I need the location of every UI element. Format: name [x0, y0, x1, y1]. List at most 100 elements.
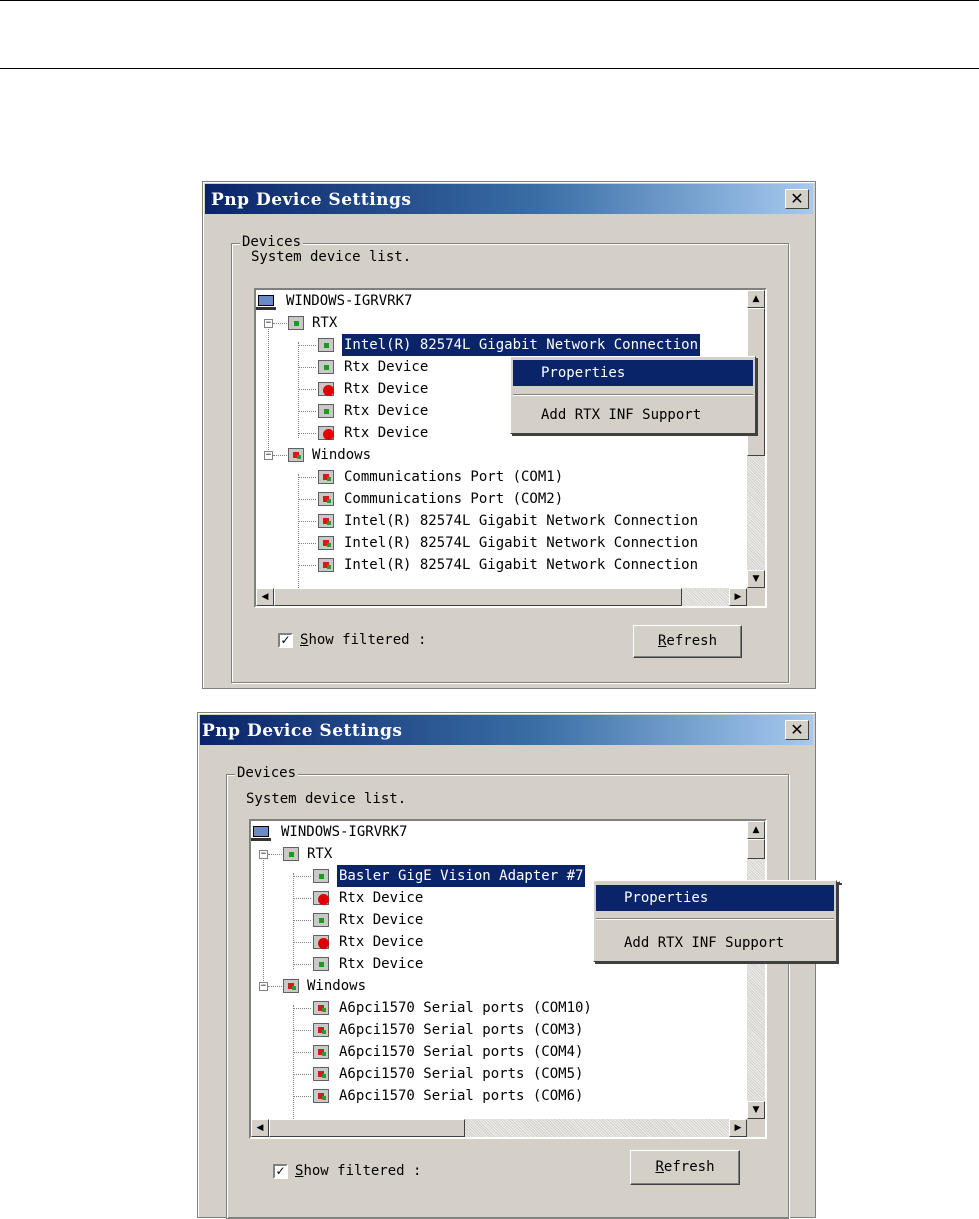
menu-separator [513, 394, 753, 396]
vertical-scroll-thumb[interactable] [747, 839, 765, 859]
device-tree[interactable]: WINDOWS-IGRVRK7 − RTX Basler GigE Vision… [249, 819, 767, 1139]
pnp-dialog-1: Pnp Device Settings ✕ Devices System dev… [202, 181, 816, 689]
device-icon [313, 1045, 329, 1059]
collapse-icon[interactable]: − [259, 850, 268, 859]
menu-item-properties[interactable]: Properties [596, 885, 834, 911]
dialog-title: Pnp Device Settings [202, 721, 403, 741]
vertical-scrollbar[interactable]: ▲ ▼ [747, 290, 765, 588]
device-icon [318, 536, 334, 550]
computer-icon [251, 826, 271, 841]
tree-node-label: RTX [307, 846, 333, 862]
button-label: efresh [663, 1159, 715, 1175]
tree-branch [293, 1074, 311, 1075]
menu-item-add-rtx-inf-support[interactable]: Add RTX INF Support [596, 930, 834, 956]
tree-item-label: Communications Port (COM1) [344, 469, 564, 485]
tree-line [263, 851, 264, 987]
tree-branch [293, 964, 311, 965]
tree-item-label: Basler GigE Vision Adapter #7 [335, 864, 587, 888]
show-filtered-checkbox[interactable]: ✓ [273, 1164, 288, 1179]
device-icon [313, 1001, 329, 1015]
device-icon [318, 404, 334, 418]
tree-branch [293, 1030, 311, 1031]
title-bar[interactable]: Pnp Device Settings ✕ [200, 715, 813, 745]
devices-group-label: Devices [235, 765, 299, 781]
tree-item-label: Communications Port (COM2) [344, 491, 564, 507]
scroll-right-icon[interactable]: ▶ [729, 1119, 747, 1137]
tree-item-label: Rtx Device [339, 956, 424, 972]
tree-branch [298, 345, 316, 346]
tree-line [298, 342, 299, 438]
tree-item-label: Intel(R) 82574L Gigabit Network Connecti… [344, 535, 699, 551]
collapse-icon[interactable]: − [264, 319, 273, 328]
tree-line [293, 1005, 294, 1135]
scroll-up-icon[interactable]: ▲ [747, 821, 765, 839]
tree-item-label: Rtx Device [344, 425, 429, 441]
device-icon [318, 492, 334, 506]
device-icon [313, 1089, 329, 1103]
tree-branch [273, 323, 287, 324]
show-filtered-label[interactable]: Show filtered : [300, 632, 426, 648]
refresh-button[interactable]: Refresh [630, 1150, 740, 1185]
system-device-list-label: System device list. [251, 249, 412, 265]
menu-item-add-rtx-inf-support[interactable]: Add RTX INF Support [513, 402, 753, 428]
vertical-scrollbar[interactable]: ▲ ▼ [747, 821, 765, 1119]
show-filtered-checkbox[interactable]: ✓ [278, 633, 293, 648]
scroll-right-icon[interactable]: ▶ [729, 588, 747, 606]
menu-item-properties[interactable]: Properties [513, 360, 753, 386]
scroll-left-icon[interactable]: ◀ [251, 1119, 269, 1137]
tree-branch [268, 986, 282, 987]
tree-item-label: Rtx Device [344, 381, 429, 397]
tree-branch [298, 477, 316, 478]
horizontal-scroll-thumb[interactable] [269, 1119, 465, 1137]
refresh-button[interactable]: Refresh [633, 625, 742, 658]
device-tree[interactable]: WINDOWS-IGRVRK7 − RTX Intel(R) 82574L Gi… [254, 288, 767, 608]
tree-line [298, 474, 299, 604]
show-filtered-label[interactable]: Show filtered : [295, 1163, 421, 1179]
device-icon [313, 869, 329, 883]
tree-branch [293, 898, 311, 899]
device-warning-icon [318, 426, 334, 440]
device-icon [313, 957, 329, 971]
horizontal-scrollbar[interactable]: ◀ ▶ [256, 588, 747, 606]
tree-item-label: Intel(R) 82574L Gigabit Network Connecti… [344, 513, 699, 529]
tree-item-label: Intel(R) 82574L Gigabit Network Connecti… [340, 333, 702, 357]
scroll-left-icon[interactable]: ◀ [256, 588, 274, 606]
tree-branch [298, 499, 316, 500]
tree-item-label: Rtx Device [344, 359, 429, 375]
device-icon [313, 913, 329, 927]
tree-item-label: A6pci1570 Serial ports (COM3) [339, 1022, 584, 1038]
tree-branch [293, 942, 311, 943]
context-menu: Properties Add RTX INF Support [510, 356, 756, 434]
scroll-up-icon[interactable]: ▲ [747, 290, 765, 308]
tree-branch [298, 433, 316, 434]
tree-branch [268, 854, 282, 855]
tree-branch [298, 543, 316, 544]
close-button[interactable]: ✕ [785, 720, 809, 740]
system-device-list-label: System device list. [246, 791, 407, 807]
tree-branch [298, 367, 316, 368]
label-text: how filtered : [308, 632, 427, 648]
tree-branch [293, 1052, 311, 1053]
horizontal-scroll-thumb[interactable] [274, 588, 682, 606]
tree-item-label: A6pci1570 Serial ports (COM6) [339, 1088, 584, 1104]
device-icon [318, 360, 334, 374]
scroll-down-icon[interactable]: ▼ [747, 1101, 765, 1119]
scroll-corner [747, 588, 765, 606]
collapse-icon[interactable]: − [259, 982, 268, 991]
scroll-corner [747, 1119, 765, 1137]
device-warning-icon [313, 891, 329, 905]
tree-branch [298, 565, 316, 566]
tree-branch [293, 1096, 311, 1097]
device-icon [313, 1023, 329, 1037]
collapse-icon[interactable]: − [264, 451, 273, 460]
tree-branch [293, 876, 311, 877]
tree-item-label: Rtx Device [339, 890, 424, 906]
horizontal-scrollbar[interactable]: ◀ ▶ [251, 1119, 747, 1137]
device-warning-icon [313, 935, 329, 949]
close-button[interactable]: ✕ [785, 189, 809, 209]
computer-icon [256, 295, 276, 310]
title-bar[interactable]: Pnp Device Settings ✕ [205, 184, 813, 214]
scroll-down-icon[interactable]: ▼ [747, 570, 765, 588]
device-icon [318, 338, 334, 352]
devices-group-label: Devices [240, 234, 304, 250]
